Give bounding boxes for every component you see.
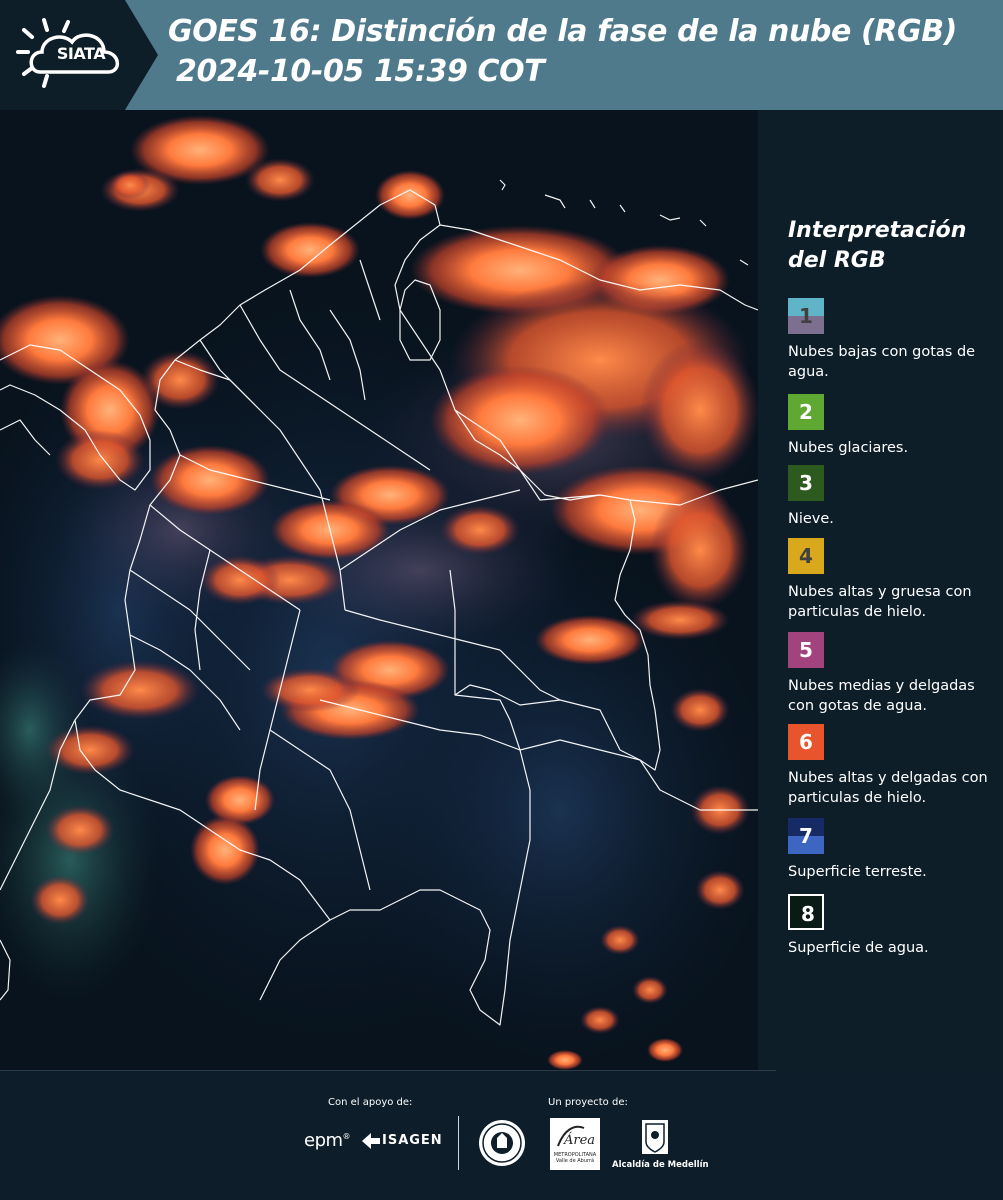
isagen-arrow-icon	[362, 1133, 380, 1149]
legend-number-6: 6	[799, 730, 813, 754]
satellite-image	[0, 110, 758, 1070]
university-seal-icon	[479, 1120, 525, 1166]
epm-logo-text: epm	[304, 1130, 343, 1151]
footer-separator	[458, 1116, 459, 1170]
legend-number-3: 3	[799, 471, 813, 495]
legend-number-8: 8	[801, 902, 815, 926]
legend-number-5: 5	[799, 638, 813, 662]
epm-registered-mark: ®	[342, 1132, 351, 1141]
footer-divider	[0, 1070, 776, 1071]
page-timestamp: 2024-10-05 15:39 COT	[176, 54, 545, 89]
isagen-logo-text: ISAGEN	[382, 1133, 443, 1148]
legend-swatch-6: 6	[788, 724, 824, 760]
legend-title: Interpretación del RGB	[788, 218, 967, 273]
legend-desc-6: Nubes altas y delgadas con particulas de…	[788, 770, 988, 806]
area-logo-title: Área	[563, 1132, 595, 1148]
epm-logo: epm®	[304, 1130, 351, 1151]
legend-swatch-7: 7	[788, 818, 824, 854]
legend-swatch-3: 3	[788, 465, 824, 501]
legend-desc-2: Nubes glaciares.	[788, 440, 909, 456]
siata-logo-text: SIATA	[56, 44, 106, 63]
coat-of-arms-icon	[642, 1120, 668, 1154]
project-label: Un proyecto de:	[548, 1097, 628, 1108]
legend-number-4: 4	[799, 544, 813, 568]
area-metropolitana-logo: Área METROPOLITANA Valle de Aburrá	[550, 1118, 600, 1170]
alcaldia-logo-text: Alcaldía de Medellín	[612, 1160, 709, 1170]
legend-desc-3: Nieve.	[788, 511, 834, 527]
legend-desc-8: Superficie de agua.	[788, 940, 929, 956]
support-label: Con el apoyo de:	[328, 1097, 413, 1108]
alcaldia-logo	[612, 1118, 672, 1162]
isagen-logo: ISAGEN	[362, 1130, 442, 1152]
page-title: GOES 16: Distinción de la fase de la nub…	[168, 14, 957, 49]
legend-swatch-8: 8	[788, 894, 824, 930]
legend-swatch-4: 4	[788, 538, 824, 574]
satellite-map[interactable]	[0, 110, 758, 1070]
legend-desc-7: Superficie terreste.	[788, 864, 927, 880]
header-banner: SIATA GOES 16: Distinción de la fase de …	[0, 0, 1003, 110]
legend-swatch-1: 1	[788, 298, 824, 334]
legend-number-7: 7	[799, 824, 813, 848]
area-logo-subtitle: METROPOLITANA Valle de Aburrá	[553, 1152, 597, 1164]
footer: Con el apoyo de: Un proyecto de: epm® IS…	[0, 1070, 1003, 1200]
legend-number-2: 2	[799, 400, 813, 424]
legend-desc-4: Nubes altas y gruesa con particulas de h…	[788, 584, 972, 620]
legend-swatch-5: 5	[788, 632, 824, 668]
area-metropolitana-mark: Área	[557, 1125, 595, 1148]
legend-number-1: 1	[799, 304, 813, 328]
legend-desc-1: Nubes bajas con gotas de agua.	[788, 344, 976, 380]
legend-swatch-2: 2	[788, 394, 824, 430]
legend-desc-5: Nubes medias y delgadas con gotas de agu…	[788, 678, 975, 714]
university-logo	[477, 1118, 527, 1172]
legend-panel: Interpretación del RGB 1 Nubes bajas con…	[758, 110, 1003, 1070]
siata-logo: SIATA	[0, 0, 158, 110]
